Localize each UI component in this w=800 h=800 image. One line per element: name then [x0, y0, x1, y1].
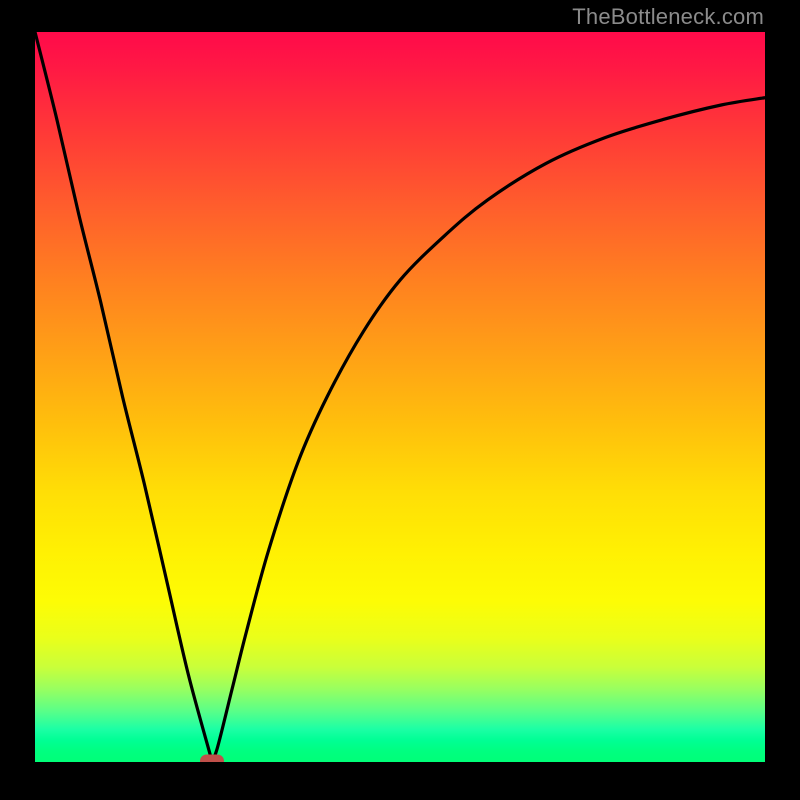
- watermark-text: TheBottleneck.com: [572, 4, 764, 30]
- minimum-marker: [200, 754, 224, 762]
- chart-frame: TheBottleneck.com: [0, 0, 800, 800]
- curve-layer: [35, 32, 765, 762]
- bottleneck-curve: [35, 32, 765, 762]
- plot-area: [35, 32, 765, 762]
